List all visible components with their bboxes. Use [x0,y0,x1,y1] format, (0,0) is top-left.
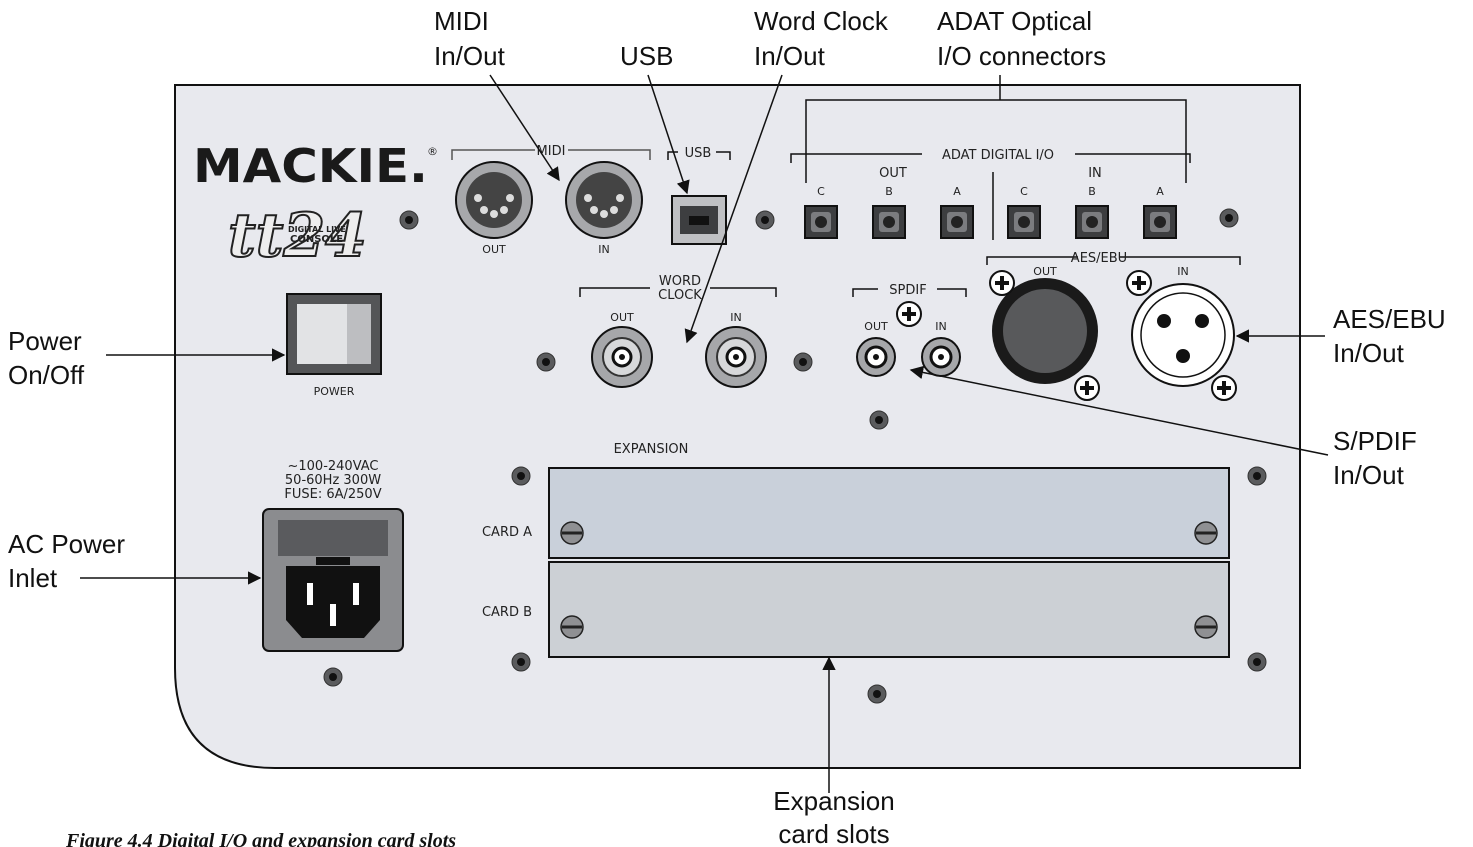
expansion-card-b[interactable] [548,561,1230,658]
spdif-out-port[interactable] [856,337,896,377]
adat-out-c-label: C [817,185,825,198]
aes-section-label: AES/EBU [1071,251,1127,266]
callout-usb: USB [620,41,673,71]
adat-out-a-port[interactable] [940,205,974,239]
expansion-card-a[interactable] [548,467,1230,559]
word-clock-in-label: IN [730,311,741,324]
plus-screw-icon [1073,374,1101,402]
slot-screw-icon [1193,614,1219,640]
model-sub-1: DIGITAL LIVE [288,225,346,234]
callout-word-clock-1: Word Clock [754,6,889,36]
screw [1219,208,1239,228]
callout-adat-2: I/O connectors [937,41,1106,71]
adat-in-c-label: C [1020,185,1028,198]
midi-out-label: OUT [482,243,506,256]
usb-port[interactable] [671,195,727,245]
adat-out-c-port[interactable] [804,205,838,239]
adat-out-group: OUT [879,166,907,181]
screw [793,352,813,372]
callout-word-clock-2: In/Out [754,41,826,71]
plus-screw-icon [1125,269,1153,297]
word-clock-in-port[interactable] [705,326,767,388]
callout-aes-2: In/Out [1333,338,1405,368]
adat-out-b-label: B [885,185,893,198]
callout-adat-1: ADAT Optical [937,6,1092,36]
adat-out-b-port[interactable] [872,205,906,239]
power-switch[interactable] [286,293,382,375]
aes-in-label: IN [1177,265,1188,278]
callout-expansion-2: card slots [778,819,889,847]
screw [323,667,343,687]
screw [511,466,531,486]
screw [755,210,775,230]
callout-midi-2: In/Out [434,41,506,71]
ac-rating-1: ~100-240VAC [287,459,378,474]
callout-midi-1: MIDI [434,6,489,36]
screw [867,684,887,704]
power-label: POWER [314,385,355,398]
callout-ac-1: AC Power [8,529,125,559]
adat-out-a-label: A [953,185,961,198]
aes-out-label: OUT [1033,265,1057,278]
spdif-section-label: SPDIF [889,283,926,298]
slot-screw-icon [1193,520,1219,546]
card-b-label: CARD B [482,605,532,620]
screw [511,652,531,672]
adat-in-a-port[interactable] [1143,205,1177,239]
screw [1247,466,1267,486]
adat-in-c-port[interactable] [1007,205,1041,239]
adat-in-a-label: A [1156,185,1164,198]
aes-in-port[interactable] [1131,283,1235,387]
ac-rating-3: FUSE: 6A/250V [284,487,381,502]
figure-caption: Figure 4.4 Digital I/O and expansion car… [65,830,456,847]
callout-power-1: Power [8,326,82,356]
plus-screw-icon [1210,374,1238,402]
screw [1247,652,1267,672]
callout-expansion-1: Expansion [773,786,894,816]
adat-in-b-port[interactable] [1075,205,1109,239]
midi-in-port[interactable] [565,161,643,239]
screw [536,352,556,372]
spdif-in-port[interactable] [921,337,961,377]
screw [399,210,419,230]
expansion-label: EXPANSION [614,442,689,457]
usb-section-label: USB [685,146,712,161]
registered-mark: ® [427,145,438,158]
callout-aes-1: AES/EBU [1333,304,1446,334]
callout-spdif-2: In/Out [1333,460,1405,490]
midi-in-label: IN [598,243,609,256]
plus-screw-icon [895,300,923,328]
adat-section-label: ADAT DIGITAL I/O [942,148,1054,163]
plus-screw-icon [988,269,1016,297]
model-sub-2: CONSOLE [290,234,343,245]
slot-screw-icon [559,614,585,640]
adat-in-b-label: B [1088,185,1096,198]
ac-power-inlet[interactable] [262,508,404,652]
word-clock-label-1: WORD [659,274,701,289]
spdif-out-label: OUT [864,320,888,333]
screw [869,410,889,430]
callout-power-2: On/Off [8,360,85,390]
spdif-in-label: IN [935,320,946,333]
word-clock-out-label: OUT [610,311,634,324]
card-a-label: CARD A [482,525,532,540]
brand-logo: MACKIE. [193,139,428,193]
slot-screw-icon [559,520,585,546]
midi-out-port[interactable] [455,161,533,239]
callout-ac-2: Inlet [8,563,58,593]
word-clock-out-port[interactable] [591,326,653,388]
adat-in-group: IN [1088,166,1102,181]
word-clock-label-2: CLOCK [658,288,702,303]
diagram: MACKIE. ® tt24 DIGITAL LIVE CONSOLE MIDI… [8,6,1446,847]
ac-rating-2: 50-60Hz 300W [285,473,381,488]
callout-spdif-1: S/PDIF [1333,426,1417,456]
